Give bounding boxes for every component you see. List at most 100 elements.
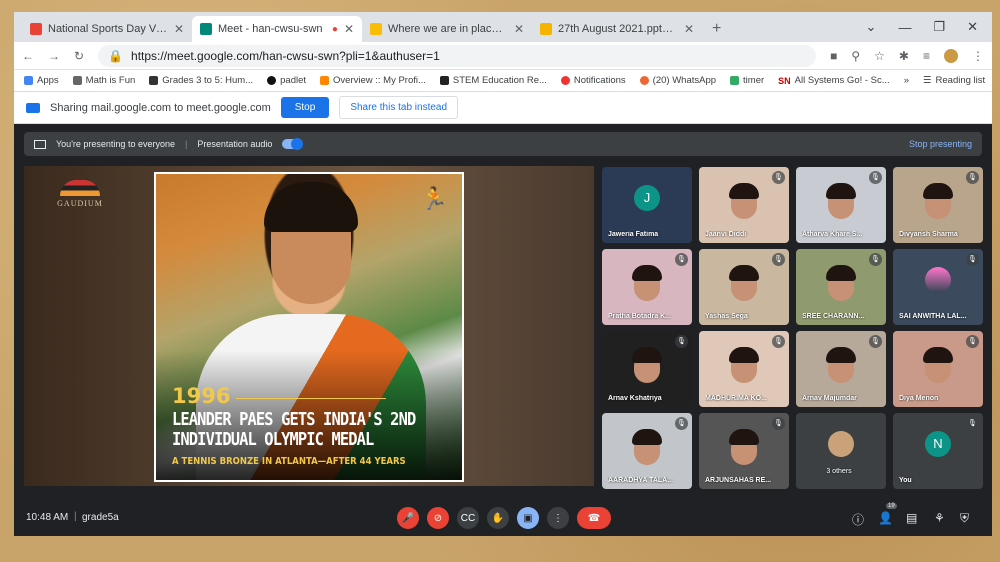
activities-icon[interactable]: ⚘ — [934, 511, 945, 525]
bookmark[interactable]: padlet — [267, 75, 306, 86]
close-tab-icon[interactable]: ✕ — [514, 22, 524, 36]
camera-icon[interactable]: ■ — [830, 49, 837, 63]
reading-list[interactable]: ☰ Reading list — [923, 75, 985, 86]
address-bar: ← → ↻ 🔒 https://meet.google.com/han-cwsu-… — [14, 42, 992, 70]
more-options-button[interactable]: ⋮ — [547, 507, 569, 529]
participant-grid: J Jaweria Fatima Jaanvi Diddi 🎙 Atharva Khar… — [602, 167, 983, 489]
participant-name: Arnav Majumdar — [802, 395, 857, 402]
bookmark[interactable]: Overview :: My Profi... — [320, 75, 426, 86]
presentation-audio-toggle[interactable] — [282, 138, 304, 150]
forward-icon[interactable]: → — [48, 49, 60, 63]
participant-tile[interactable]: SAI ANWITHA LAL... 🎙 — [893, 249, 983, 325]
participant-tile[interactable]: N You 🎙 — [893, 413, 983, 489]
participant-tile[interactable]: Atharva Khare S... 🎙 — [796, 167, 886, 243]
tab-meet[interactable]: Meet - han-cwsu-swn ● ✕ — [192, 16, 362, 42]
slide-year: 1996 — [172, 384, 231, 408]
participant-video — [729, 347, 759, 363]
participant-video — [632, 347, 662, 363]
zoom-icon[interactable]: ⚲ — [851, 49, 860, 63]
camera-off-button[interactable]: ⊘ — [427, 507, 449, 529]
mic-muted-icon: 🎙 — [869, 171, 882, 184]
sn-icon: SN — [778, 75, 791, 86]
bookmark[interactable]: timer — [730, 75, 764, 86]
participant-name: Jaanvi Diddi — [705, 231, 747, 238]
participant-tile[interactable]: ARJUNSAHAS RE... 🎙 — [699, 413, 789, 489]
slides-icon — [540, 23, 552, 35]
participant-tile[interactable]: 3 others — [796, 413, 886, 489]
bookmark[interactable]: Notifications — [560, 75, 626, 86]
bookmark-icon — [320, 76, 330, 85]
close-tab-icon[interactable]: ✕ — [684, 22, 694, 36]
bookmark[interactable]: STEM Education Re... — [439, 75, 547, 86]
participant-video — [632, 429, 662, 445]
captions-button[interactable]: CC — [457, 507, 479, 529]
tab-slides[interactable]: 27th August 2021.pptx - Google✕ — [532, 16, 702, 42]
window-controls: ⌄ — ❐ ✕ — [866, 12, 992, 42]
reading-list-icon: ☰ — [923, 75, 932, 86]
star-icon[interactable]: ☆ — [874, 49, 885, 63]
slide-image: 🏃 1996 LEANDER PAES GETS INDIA'S 2ND INDI… — [154, 172, 464, 482]
mic-muted-icon: 🎙 — [675, 253, 688, 266]
participant-name: SAI ANWITHA LAL... — [899, 313, 967, 320]
bookmark[interactable]: Apps — [24, 75, 59, 86]
media-icon[interactable]: ≡ — [923, 49, 930, 63]
leave-call-button[interactable]: ☎ — [577, 507, 611, 529]
participant-tile[interactable]: MADHURIMA KO... 🎙 — [699, 331, 789, 407]
close-tab-icon[interactable]: ✕ — [344, 22, 354, 36]
participant-tile[interactable]: AARADHYA TALA... 🎙 — [602, 413, 692, 489]
back-icon[interactable]: ← — [22, 49, 34, 63]
extensions-icon[interactable]: ✱ — [899, 49, 909, 63]
participant-tile[interactable]: J Jaweria Fatima — [602, 167, 692, 243]
mic-off-button[interactable]: 🎤 — [397, 507, 419, 529]
mic-muted-icon: 🎙 — [869, 253, 882, 266]
more-bookmarks-icon[interactable]: » — [904, 75, 909, 86]
participant-tile[interactable]: Arnav Majumdar 🎙 — [796, 331, 886, 407]
participant-tile[interactable]: Arnav Kshatriya 🎙 — [602, 331, 692, 407]
menu-icon[interactable]: ⋮ — [972, 49, 984, 63]
share-screen-icon — [26, 102, 40, 113]
meeting-controls: 10:48 AM | grade5a 🎤 ⊘ CC ✋ ▣ ⋮ ☎ ⓘ 👤 19 … — [26, 503, 970, 529]
close-tab-icon[interactable]: ✕ — [174, 22, 184, 36]
minimize-icon[interactable]: — — [898, 20, 911, 35]
participant-video — [923, 183, 953, 199]
bookmark[interactable]: (20) WhatsApp — [639, 75, 716, 86]
tab-search-icon[interactable]: ⌄ — [866, 19, 877, 35]
stop-presenting-button[interactable]: Stop presenting — [909, 139, 972, 149]
close-window-icon[interactable]: ✕ — [967, 19, 978, 35]
participant-tile[interactable]: Diya Menon 🎙 — [893, 331, 983, 407]
bookmark[interactable]: Math is Fun — [72, 75, 135, 86]
people-icon[interactable]: 👤 19 — [878, 503, 897, 525]
url-field[interactable]: 🔒 https://meet.google.com/han-cwsu-swn?pl… — [98, 44, 817, 67]
share-this-tab-button[interactable]: Share this tab instead — [339, 96, 459, 119]
apps-icon — [24, 76, 33, 85]
participant-tile[interactable]: Divyansh Sharma 🎙 — [893, 167, 983, 243]
meeting-code: grade5a — [82, 512, 119, 523]
participant-tile[interactable]: Yashas Sega 🎙 — [699, 249, 789, 325]
chat-icon[interactable]: ▤ — [906, 511, 917, 525]
participant-video — [826, 347, 856, 363]
mic-muted-icon: 🎙 — [772, 417, 785, 430]
bookmark[interactable]: SN All Systems Go! - Sc... — [778, 75, 890, 86]
participant-tile[interactable]: Pratha Botadra K... 🎙 — [602, 249, 692, 325]
present-button[interactable]: ▣ — [517, 507, 539, 529]
sharing-bar: Sharing mail.google.com to meet.google.c… — [14, 92, 992, 124]
info-icon[interactable]: ⓘ — [852, 511, 864, 528]
participant-tile[interactable]: Jaanvi Diddi 🎙 — [699, 167, 789, 243]
new-tab-button[interactable]: + — [712, 20, 721, 38]
reload-icon[interactable]: ↻ — [74, 49, 84, 63]
host-controls-icon[interactable]: ⛨ — [960, 511, 969, 526]
mic-muted-icon: 🎙 — [675, 335, 688, 348]
tab-sports-video[interactable]: National Sports Day Video -✕ — [22, 16, 192, 42]
presentation-stage: GAUDIUM 🏃 1996 LEANDER PAES GETS INDIA'S… — [24, 166, 594, 486]
participant-name: Yashas Sega — [705, 313, 748, 320]
bookmark[interactable]: Grades 3 to 5: Hum... — [149, 75, 253, 86]
gmail-icon — [30, 23, 42, 35]
mic-muted-icon: 🎙 — [772, 335, 785, 348]
maximize-icon[interactable]: ❐ — [933, 19, 945, 35]
mic-muted-icon: 🎙 — [966, 171, 979, 184]
stop-sharing-button[interactable]: Stop — [280, 97, 330, 118]
participant-tile[interactable]: SREE CHARANN... 🎙 — [796, 249, 886, 325]
tab-drive[interactable]: Where we are in place and time✕ — [362, 16, 532, 42]
raise-hand-button[interactable]: ✋ — [487, 507, 509, 529]
avatar[interactable] — [944, 48, 958, 63]
